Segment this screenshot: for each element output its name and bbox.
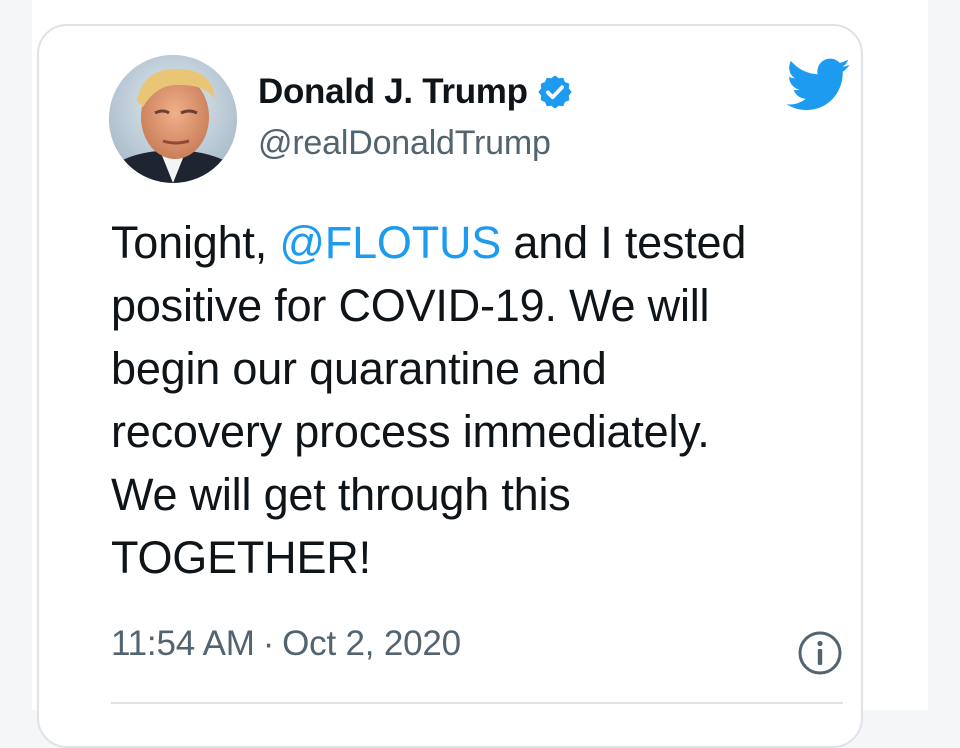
tweet-timestamp[interactable]: 11:54 AM · Oct 2, 2020 <box>111 624 461 664</box>
tweet-line: positive for COVID-19. We will <box>111 280 710 331</box>
author-name-row[interactable]: Donald J. Trump <box>258 68 574 116</box>
info-icon[interactable] <box>796 629 844 677</box>
tweet-line: TOGETHER! <box>111 532 371 583</box>
tweet-text: Tonight, @FLOTUS and I tested positive f… <box>111 211 831 589</box>
tweet-line: Tonight, @FLOTUS and I tested <box>111 211 831 274</box>
tweet-line: begin our quarantine and <box>111 343 607 394</box>
tweet-time[interactable]: 11:54 AM <box>111 624 255 663</box>
tweet-line: We will get through this <box>111 469 571 520</box>
tweet-text-segment: and I tested <box>501 217 747 268</box>
tweet-text-segment: Tonight, <box>111 217 280 268</box>
avatar-image <box>109 55 237 183</box>
divider <box>111 702 843 704</box>
author-handle[interactable]: @realDonaldTrump <box>258 124 551 163</box>
separator-dot: · <box>262 624 275 663</box>
tweet-date[interactable]: Oct 2, 2020 <box>282 624 461 663</box>
twitter-bird-icon[interactable] <box>787 58 851 112</box>
mention-link[interactable]: @FLOTUS <box>279 217 501 268</box>
verified-badge-icon <box>538 75 572 109</box>
author-display-name[interactable]: Donald J. Trump <box>258 72 528 112</box>
tweet-line: recovery process immediately. <box>111 406 710 457</box>
avatar[interactable] <box>109 55 237 183</box>
